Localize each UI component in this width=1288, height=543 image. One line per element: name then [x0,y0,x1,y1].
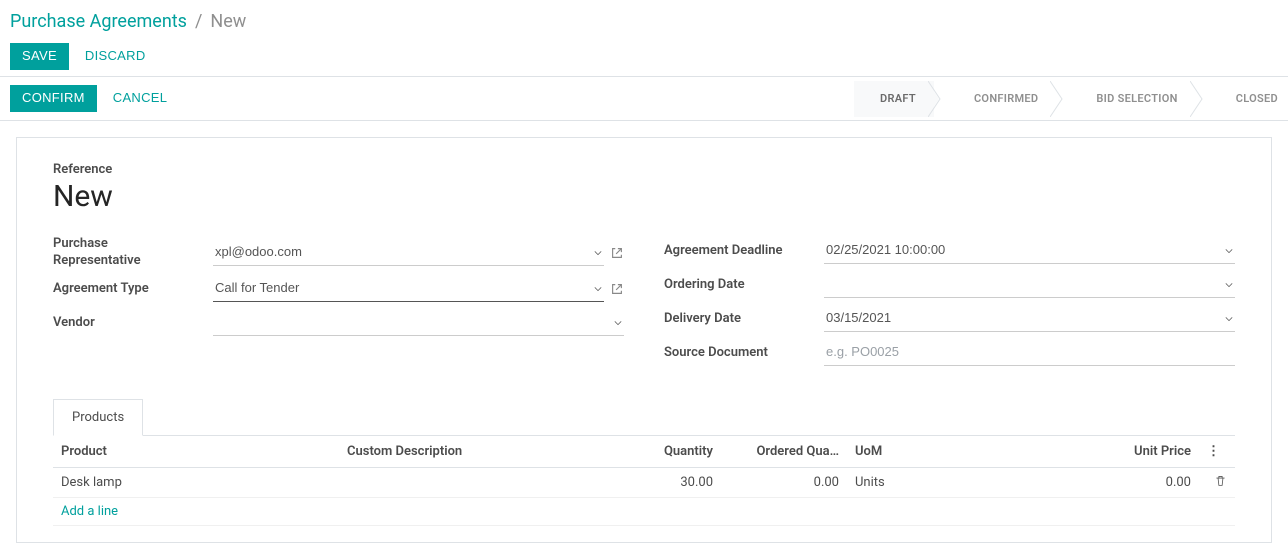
statusbar: Confirm Cancel Draft Confirmed Bid Selec… [0,77,1288,121]
reference-value: New [53,179,1235,214]
stage-sep [1196,81,1210,117]
col-product[interactable]: Product [53,436,339,468]
agreement-deadline-input[interactable] [824,238,1235,264]
discard-button[interactable]: Discard [73,43,158,70]
purchase-rep-input[interactable] [213,240,604,266]
vendor-label: Vendor [53,315,213,332]
breadcrumb-root[interactable]: Purchase Agreements [10,10,187,33]
cancel-button[interactable]: Cancel [101,85,180,112]
products-table: Product Custom Description Quantity Orde… [53,436,1235,526]
external-link-icon[interactable] [610,282,624,296]
stages: Draft Confirmed Bid Selection Closed [854,81,1288,117]
col-unit-price[interactable]: Unit Price [1063,436,1199,468]
col-ordered-quantity[interactable]: Ordered Qua… [721,436,847,468]
agreement-deadline-label: Agreement Deadline [664,243,824,260]
purchase-rep-label-line2: Representative [53,253,213,270]
source-document-label: Source Document [664,345,824,362]
purchase-rep-label: Purchase Representative [53,236,213,270]
cell-product[interactable]: Desk lamp [53,468,339,498]
add-line-link[interactable]: Add a line [53,498,1235,526]
cell-unit-price[interactable]: 0.00 [1063,468,1199,498]
tabs: Products [53,398,1235,436]
field-delivery-date: Delivery Date [664,304,1235,334]
status-actions: Confirm Cancel [10,77,179,120]
table-row[interactable]: Desk lamp 30.00 0.00 Units 0.00 [53,468,1235,498]
agreement-type-input[interactable] [213,276,604,302]
col-options[interactable]: ⋮ [1199,436,1235,468]
field-source-document: Source Document [664,338,1235,368]
form-columns: Purchase Representative Agreem [53,236,1235,372]
col-custom-description[interactable]: Custom Description [339,436,615,468]
agreement-type-label: Agreement Type [53,281,213,298]
delivery-date-label: Delivery Date [664,311,824,328]
cell-delete[interactable] [1199,468,1235,498]
table-add-row: Add a line [53,498,1235,526]
edit-buttons: Save Discard [10,43,1278,70]
stage-confirmed[interactable]: Confirmed [948,81,1056,117]
form-sheet: Reference New Purchase Representative [16,137,1272,543]
field-ordering-date: Ordering Date [664,270,1235,300]
form-right-col: Agreement Deadline Ordering Date [664,236,1235,372]
confirm-button[interactable]: Confirm [10,85,97,112]
breadcrumb-current: New [210,10,246,33]
breadcrumb: Purchase Agreements / New [10,10,1278,33]
source-document-input[interactable] [824,340,1235,366]
ordering-date-input[interactable] [824,272,1235,298]
field-purchase-rep: Purchase Representative [53,236,624,270]
vendor-input[interactable] [213,310,624,336]
reference-label: Reference [53,162,1235,177]
kebab-icon: ⋮ [1207,444,1220,459]
form-left-col: Purchase Representative Agreem [53,236,624,372]
delivery-date-input[interactable] [824,306,1235,332]
cell-ordered-quantity[interactable]: 0.00 [721,468,847,498]
cell-uom[interactable]: Units [847,468,1063,498]
save-button[interactable]: Save [10,43,69,70]
cell-description[interactable] [339,468,615,498]
ordering-date-label: Ordering Date [664,277,824,294]
col-uom[interactable]: UoM [847,436,1063,468]
stage-draft[interactable]: Draft [854,81,934,117]
stage-closed[interactable]: Closed [1210,81,1288,117]
trash-icon [1214,476,1227,491]
stage-sep [934,81,948,117]
stage-sep [1056,81,1070,117]
control-bar: Purchase Agreements / New Save Discard [0,0,1288,70]
external-link-icon[interactable] [610,246,624,260]
field-agreement-deadline: Agreement Deadline [664,236,1235,266]
field-agreement-type: Agreement Type [53,274,624,304]
breadcrumb-sep: / [195,10,202,33]
field-vendor: Vendor [53,308,624,338]
stage-bid-selection[interactable]: Bid Selection [1070,81,1195,117]
cell-quantity[interactable]: 30.00 [615,468,721,498]
sheet-wrap: Reference New Purchase Representative [0,121,1288,543]
purchase-rep-label-line1: Purchase [53,236,213,253]
col-quantity[interactable]: Quantity [615,436,721,468]
tab-products[interactable]: Products [53,399,143,436]
